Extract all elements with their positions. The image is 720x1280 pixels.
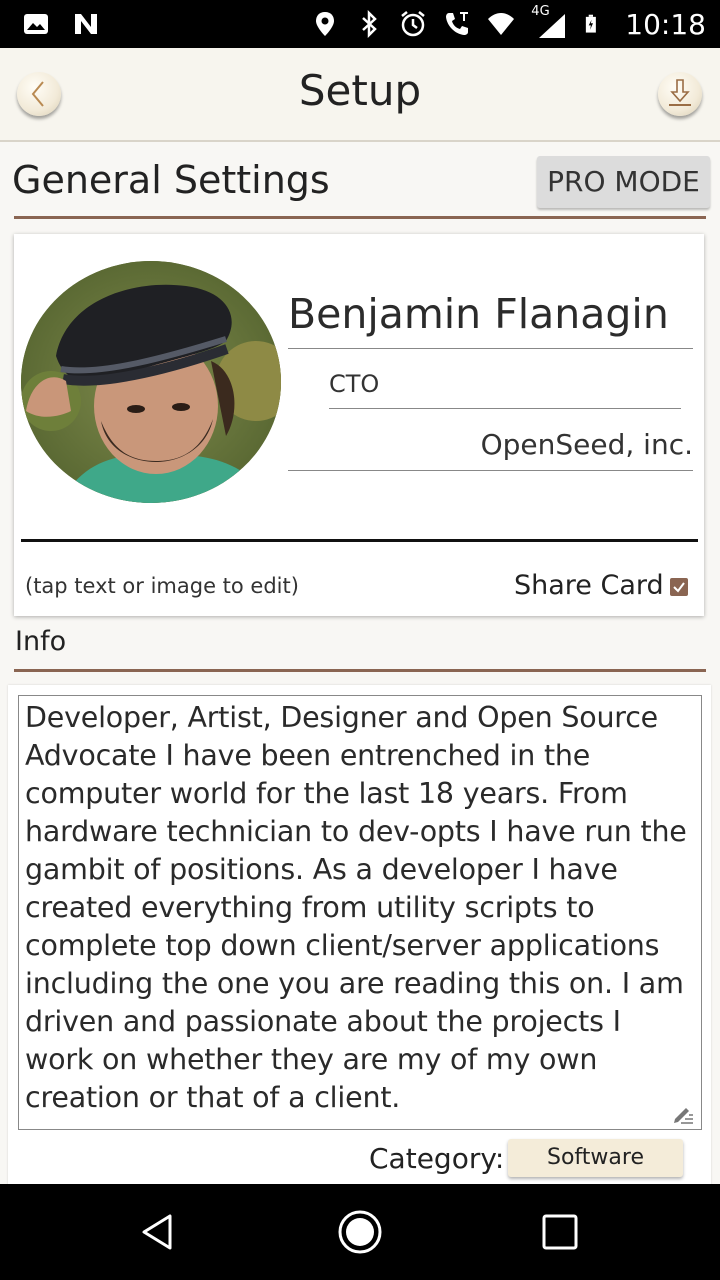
category-label: Category: [369, 1142, 505, 1175]
info-label: Info [15, 626, 67, 657]
card-role[interactable]: CTO [329, 370, 379, 398]
n-icon [75, 14, 97, 34]
info-line: hardware technician to dev-opts I have r… [25, 815, 687, 848]
info-line: Developer, Artist, Designer and Open Sou… [25, 701, 658, 734]
info-line: including the one you are reading this o… [25, 967, 684, 1000]
share-card-label[interactable]: Share Card [514, 570, 664, 601]
page-title: Setup [298, 66, 422, 115]
info-line: created everything from utility scripts … [25, 891, 595, 924]
info-textarea[interactable]: Developer, Artist, Designer and Open Sou… [18, 695, 702, 1130]
download-button[interactable] [658, 72, 702, 116]
info-line: Advocate I have been entrenched in the [25, 739, 591, 772]
navigation-bar [0, 1184, 720, 1280]
status-bar: 4G 10:18 [0, 0, 720, 48]
call-icon [446, 12, 469, 35]
profile-photo [21, 261, 281, 503]
info-panel: Developer, Artist, Designer and Open Sou… [8, 685, 711, 1184]
card-company[interactable]: OpenSeed, inc. [481, 428, 693, 461]
info-divider [14, 669, 706, 672]
image-icon [24, 14, 48, 34]
nav-home-icon[interactable] [336, 1208, 384, 1256]
signal-icon: 4G [531, 4, 567, 40]
battery-icon [586, 14, 597, 33]
checkmark-icon [673, 582, 685, 593]
name-underline [288, 348, 693, 349]
info-text: Developer, Artist, Designer and Open Sou… [25, 699, 690, 1117]
download-icon [669, 79, 691, 106]
app-bar: Setup [0, 48, 720, 142]
edit-hint: (tap text or image to edit) [25, 574, 299, 598]
info-line: complete top down client/server applicat… [25, 929, 660, 962]
info-line: computer world for the last 18 years. Fr… [25, 777, 628, 810]
section-title: General Settings [12, 158, 330, 202]
card-divider [21, 539, 698, 542]
category-select[interactable]: Software [508, 1139, 683, 1177]
resize-edit-icon[interactable] [671, 1101, 695, 1125]
settings-content[interactable]: General Settings PRO MODE Benjamin Flana… [0, 142, 720, 1184]
info-line: creation or that of a client. [25, 1081, 401, 1114]
clock: 10:18 [625, 7, 706, 41]
wifi-icon [488, 13, 515, 35]
nav-recents-icon[interactable] [536, 1208, 584, 1256]
business-card[interactable]: Benjamin Flanagin CTO OpenSeed, inc. (ta… [14, 234, 704, 616]
pro-mode-button[interactable]: PRO MODE [537, 156, 710, 208]
nav-back-icon[interactable] [136, 1208, 184, 1256]
avatar[interactable] [21, 261, 281, 503]
section-divider [14, 216, 706, 219]
info-line: work on whether they are my of my own [25, 1043, 598, 1076]
info-line: gambit of positions. As a developer I ha… [25, 853, 618, 886]
alarm-icon [401, 11, 426, 37]
company-underline [288, 470, 693, 471]
location-icon [316, 12, 335, 36]
card-name[interactable]: Benjamin Flanagin [288, 290, 669, 338]
share-card-checkbox[interactable] [670, 578, 688, 596]
bluetooth-icon [362, 10, 378, 38]
role-underline [329, 408, 681, 409]
info-line: driven and passionate about the projects… [25, 1005, 621, 1038]
